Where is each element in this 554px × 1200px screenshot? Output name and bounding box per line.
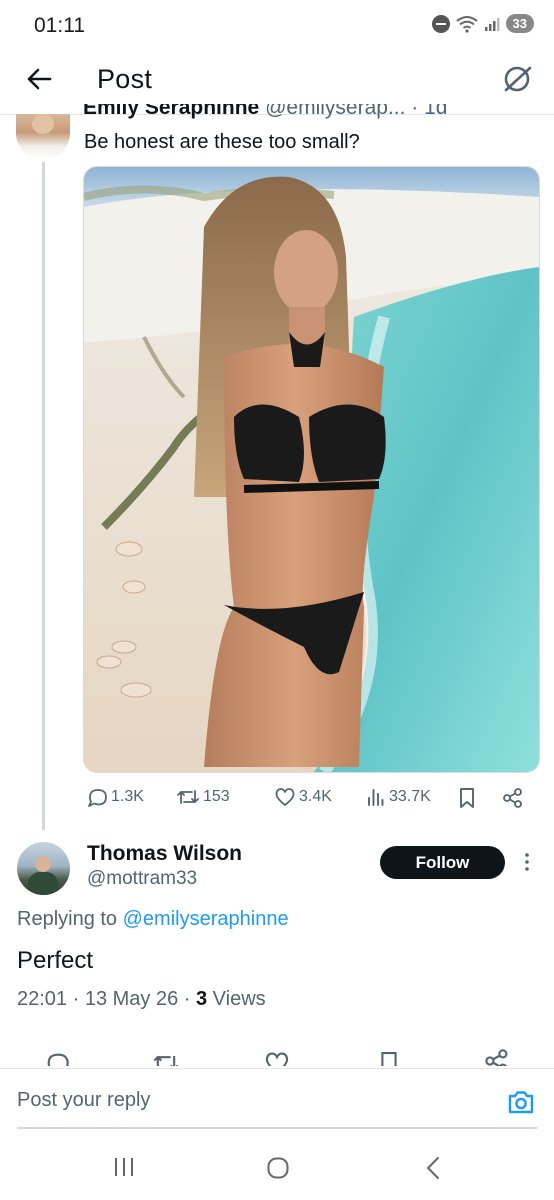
recent-apps-icon[interactable] [112,1156,136,1178]
post-actions: 1.3K 153 3.4K 33.7K [84,786,534,812]
composer-underline [17,1127,537,1129]
reply-input[interactable] [17,1089,487,1112]
reply-icon [88,789,107,807]
reply-count: 1.3K [111,788,144,805]
battery-badge: 33 [505,14,534,33]
view-count: 33.7K [389,788,431,805]
home-icon[interactable] [266,1156,290,1180]
heart-icon [275,788,295,806]
beach-photo-image [84,167,539,772]
repost-action[interactable]: 153 [176,786,230,808]
reply-meta: 22:01 · 13 May 26 · 3 Views [17,988,266,1011]
more-options-icon[interactable] [520,850,534,874]
replying-to-line: Replying to @emilyseraphinne [17,908,289,931]
reply-actions [0,1044,554,1066]
repost-icon [177,790,199,804]
post-photo[interactable] [83,166,540,773]
nav-back-icon[interactable] [424,1156,442,1180]
thread-line [42,162,45,830]
reply-views-label: Views [207,988,266,1010]
reply-author-avatar[interactable] [17,842,70,895]
replying-mention-link[interactable]: @emilyseraphinne [123,908,289,930]
reply-timestamp: 22:01 · 13 May 26 · [17,988,196,1010]
replying-prefix: Replying to [17,908,118,930]
follow-button[interactable]: Follow [380,846,505,879]
status-time: 01:11 [34,14,85,37]
repost-count: 153 [203,788,230,805]
views-chart-icon [368,789,384,806]
bookmark-icon[interactable] [378,1050,400,1066]
do-not-disturb-icon [431,14,450,33]
reply-icon[interactable] [44,1050,70,1066]
author-avatar[interactable] [16,114,70,160]
reply-views-count: 3 [195,988,208,1010]
heart-icon[interactable] [264,1050,290,1066]
wifi-icon [455,15,478,33]
reply-author-handle: @mottram33 [87,868,198,889]
author-name-row[interactable]: Emily Seraphinne @emilyserap... · 1d [83,104,523,122]
status-icons: 33 [431,14,534,33]
post-age: · 1d [411,104,448,119]
share-icon[interactable] [502,787,524,809]
repost-icon[interactable] [152,1050,180,1066]
like-count: 3.4K [299,788,332,805]
author-name[interactable]: Emily Seraphinne [83,104,259,119]
back-arrow-icon[interactable] [24,64,54,94]
reply-action[interactable]: 1.3K [86,786,144,808]
author-handle: @emilyserap... [265,104,406,119]
views-action[interactable]: 33.7K [366,786,431,808]
reply-text: Perfect [17,947,94,974]
grok-icon[interactable] [500,62,534,96]
camera-icon[interactable] [506,1088,536,1116]
like-action[interactable]: 3.4K [274,786,332,808]
bookmark-icon[interactable] [457,787,477,809]
composer-divider [0,1068,554,1069]
share-icon[interactable] [484,1048,510,1066]
signal-icon [484,17,500,31]
post-text: Be honest are these too small? [84,131,360,153]
reply-author-name[interactable]: Thomas Wilson [87,842,242,866]
page-title: Post [97,64,153,94]
